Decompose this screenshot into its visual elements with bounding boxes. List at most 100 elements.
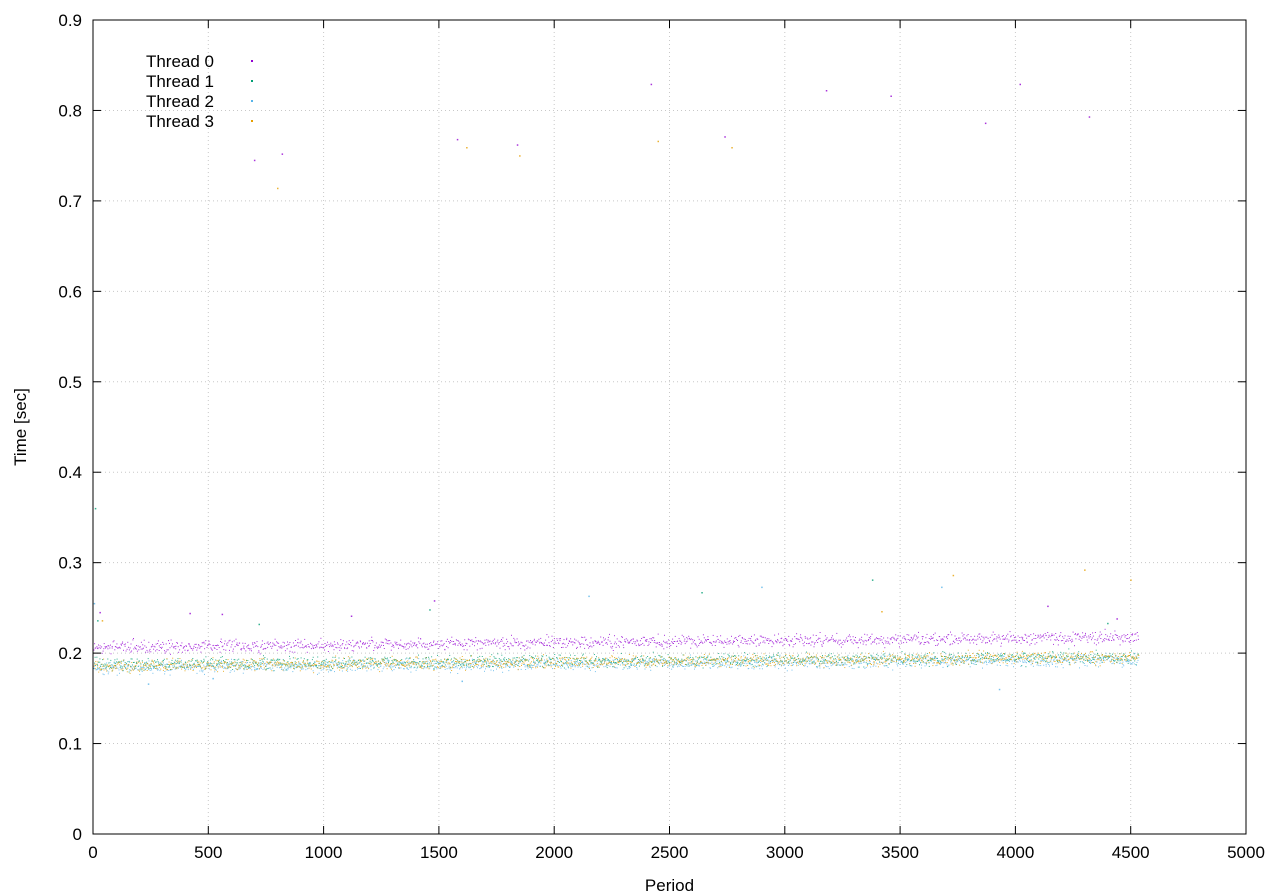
data-point xyxy=(218,662,220,664)
data-point xyxy=(795,643,796,645)
data-point xyxy=(214,647,216,649)
data-point xyxy=(494,638,496,640)
data-point xyxy=(400,639,402,641)
data-point xyxy=(370,639,372,641)
data-point xyxy=(874,639,875,641)
data-point xyxy=(401,662,403,664)
data-point xyxy=(492,639,494,641)
data-point xyxy=(822,658,824,660)
data-point xyxy=(140,648,142,650)
data-point xyxy=(329,661,331,663)
outlier-point xyxy=(147,683,150,685)
data-point xyxy=(265,669,267,671)
data-point xyxy=(630,663,632,665)
data-point xyxy=(1052,652,1054,654)
data-point xyxy=(351,650,353,652)
data-point xyxy=(303,646,305,648)
data-point xyxy=(1021,636,1023,638)
data-point xyxy=(800,634,802,636)
data-point xyxy=(523,658,525,659)
data-point xyxy=(967,639,969,641)
data-point xyxy=(1009,661,1010,662)
data-point xyxy=(1086,665,1088,667)
data-point xyxy=(207,665,209,667)
data-point xyxy=(667,643,669,645)
data-point xyxy=(760,658,762,660)
data-point xyxy=(686,637,688,639)
data-point xyxy=(120,668,122,670)
data-point xyxy=(1024,640,1025,641)
data-point xyxy=(119,661,121,663)
data-point xyxy=(461,663,463,665)
data-point xyxy=(767,659,769,661)
data-point xyxy=(1138,657,1140,659)
data-point xyxy=(157,643,159,644)
data-point xyxy=(1034,658,1036,660)
data-point xyxy=(258,651,260,653)
data-point xyxy=(905,656,906,658)
data-point xyxy=(1027,635,1029,637)
data-point xyxy=(1016,641,1018,643)
data-point xyxy=(931,657,933,659)
data-point xyxy=(941,662,943,663)
data-point xyxy=(744,641,746,643)
data-point xyxy=(857,666,859,668)
data-point xyxy=(895,662,897,664)
data-point xyxy=(876,637,877,639)
data-point xyxy=(683,640,685,642)
data-point xyxy=(889,653,891,655)
data-point xyxy=(775,659,777,661)
data-point xyxy=(187,661,189,663)
data-point xyxy=(849,662,851,664)
data-point xyxy=(263,655,264,657)
data-point xyxy=(921,636,923,638)
data-point xyxy=(855,660,857,662)
data-point xyxy=(407,662,409,664)
data-point xyxy=(881,639,883,641)
data-point xyxy=(513,666,515,668)
data-point xyxy=(98,644,99,646)
data-point xyxy=(1012,634,1014,636)
data-point xyxy=(1043,657,1045,659)
data-point xyxy=(582,653,584,655)
data-point xyxy=(215,666,217,668)
data-point xyxy=(329,663,331,665)
data-point xyxy=(1011,660,1013,662)
data-point xyxy=(853,663,855,665)
data-point xyxy=(897,637,899,639)
data-point xyxy=(502,660,504,662)
data-point xyxy=(638,643,639,645)
data-point xyxy=(585,638,587,640)
data-point xyxy=(348,640,350,642)
data-point xyxy=(869,638,871,640)
data-point xyxy=(664,664,665,666)
data-point xyxy=(278,664,280,666)
data-point xyxy=(1054,657,1056,659)
data-point xyxy=(431,645,433,647)
data-point xyxy=(830,653,832,655)
data-point xyxy=(453,641,455,642)
data-point xyxy=(217,667,219,669)
data-point xyxy=(304,663,306,664)
data-point xyxy=(516,663,518,665)
data-point xyxy=(497,653,499,655)
data-point xyxy=(704,641,706,643)
data-point xyxy=(317,673,318,675)
data-point xyxy=(999,665,1001,666)
data-point xyxy=(248,665,250,667)
data-point xyxy=(880,636,882,637)
data-point xyxy=(319,667,321,669)
data-point xyxy=(903,642,905,644)
data-point xyxy=(537,640,539,642)
data-point xyxy=(390,667,392,669)
data-point xyxy=(584,636,586,638)
data-point xyxy=(96,663,98,665)
data-point xyxy=(750,640,752,641)
data-point xyxy=(464,639,466,641)
data-point xyxy=(120,643,122,645)
data-point xyxy=(900,661,902,663)
data-point xyxy=(321,662,323,664)
data-point xyxy=(799,641,801,643)
data-point xyxy=(347,647,349,649)
data-point xyxy=(157,669,159,671)
